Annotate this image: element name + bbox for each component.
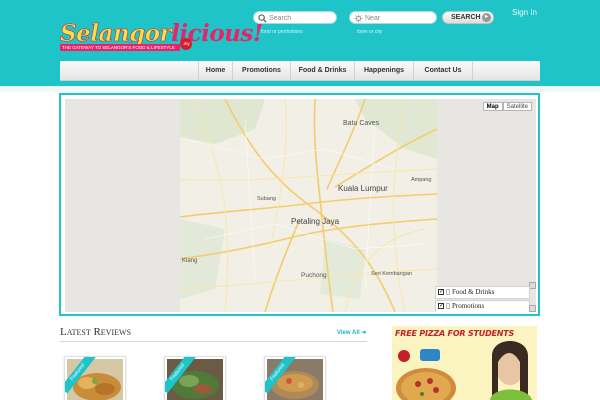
map-roads: Batu Caves Ampang Kuala Lumpur Subang Pe… <box>65 99 536 312</box>
near-field[interactable] <box>349 11 437 24</box>
map-type-control: Map Satellite <box>482 102 532 111</box>
logo-wordmark: Selangorlicious! <box>60 20 263 48</box>
map-type-map-button[interactable]: Map <box>482 102 503 111</box>
search-hint: food or promotions <box>261 29 303 35</box>
section-divider <box>60 341 367 342</box>
logo-tagline: THE GATEWAY TO SELANGOR'S FOOD & LIFESTY… <box>60 44 180 51</box>
map-corner-icon[interactable] <box>529 282 536 289</box>
near-input[interactable] <box>365 13 435 23</box>
search-icon <box>258 14 267 23</box>
map-label-subang: Subang <box>257 196 276 202</box>
map-label-klang: Klang <box>182 258 197 264</box>
main-nav: Home Promotions Food & Drinks Happenings… <box>60 61 540 81</box>
search-field[interactable] <box>253 11 337 24</box>
search-button[interactable]: SEARCH ▸ <box>442 11 494 24</box>
nav-item-home[interactable]: Home <box>198 61 232 81</box>
legend-marker-icon <box>446 303 450 309</box>
legend-label: Promotions <box>452 302 485 310</box>
review-card[interactable]: Featured <box>64 356 126 400</box>
latest-reviews-title: Latest Reviews <box>60 326 132 338</box>
checkbox-checked-icon[interactable]: ✓ <box>438 303 444 309</box>
legend-marker-icon <box>446 289 450 295</box>
legend-scroll-icon[interactable] <box>529 305 536 312</box>
map-label-petaling-jaya: Petaling Jaya <box>291 217 340 226</box>
nav-item-happenings[interactable]: Happenings <box>354 61 413 81</box>
pizza-ad-illustration <box>396 341 532 400</box>
map-type-satellite-button[interactable]: Satellite <box>502 102 532 111</box>
arrow-right-icon: ➔ <box>361 330 367 336</box>
signin-link[interactable]: Sign In <box>512 8 537 17</box>
review-card[interactable]: Featured <box>164 356 226 400</box>
header-shadow-strip <box>0 86 600 92</box>
map-label-ampang: Ampang <box>411 177 432 183</box>
site-logo[interactable]: Selangorlicious! THE GATEWAY TO SELANGOR… <box>60 20 263 54</box>
map-legend: ✓ Food & Drinks ✓ Promotions <box>435 286 530 312</box>
review-card[interactable]: Featured <box>264 356 326 400</box>
legend-item-promotions[interactable]: ✓ Promotions <box>435 300 530 312</box>
nav-item-promotions[interactable]: Promotions <box>232 61 290 81</box>
checkbox-checked-icon[interactable]: ✓ <box>438 289 444 295</box>
map-label-puchong: Puchong <box>301 272 327 279</box>
map-label-seri-kembangan: Seri Kembangan <box>371 271 412 277</box>
nav-item-contact-us[interactable]: Contact Us <box>413 61 473 81</box>
site-header: Selangorlicious! THE GATEWAY TO SELANGOR… <box>0 0 600 86</box>
legend-label: Food & Drinks <box>452 288 495 296</box>
search-input[interactable] <box>269 13 335 23</box>
map-canvas[interactable]: Batu Caves Ampang Kuala Lumpur Subang Pe… <box>65 99 536 312</box>
legend-item-food-drinks[interactable]: ✓ Food & Drinks <box>435 286 530 299</box>
view-all-link[interactable]: View All ➔ <box>337 329 366 336</box>
arrow-right-icon: ▸ <box>482 13 491 22</box>
nav-item-food-drinks[interactable]: Food & Drinks <box>290 61 354 81</box>
logo-my-badge: .my <box>180 38 192 50</box>
view-all-label: View All <box>337 330 360 336</box>
location-sun-icon <box>354 14 363 23</box>
map-frame: Batu Caves Ampang Kuala Lumpur Subang Pe… <box>59 93 540 316</box>
pizza-ad-banner[interactable]: FREE PIZZA FOR STUDENTS <box>392 326 537 400</box>
near-hint: town or city <box>357 29 383 35</box>
map-label-batu-caves: Batu Caves <box>343 120 380 127</box>
logo-word-selangor: Selangor <box>60 20 172 48</box>
map-label-kuala-lumpur: Kuala Lumpur <box>338 184 388 193</box>
search-button-label: SEARCH <box>451 14 481 21</box>
